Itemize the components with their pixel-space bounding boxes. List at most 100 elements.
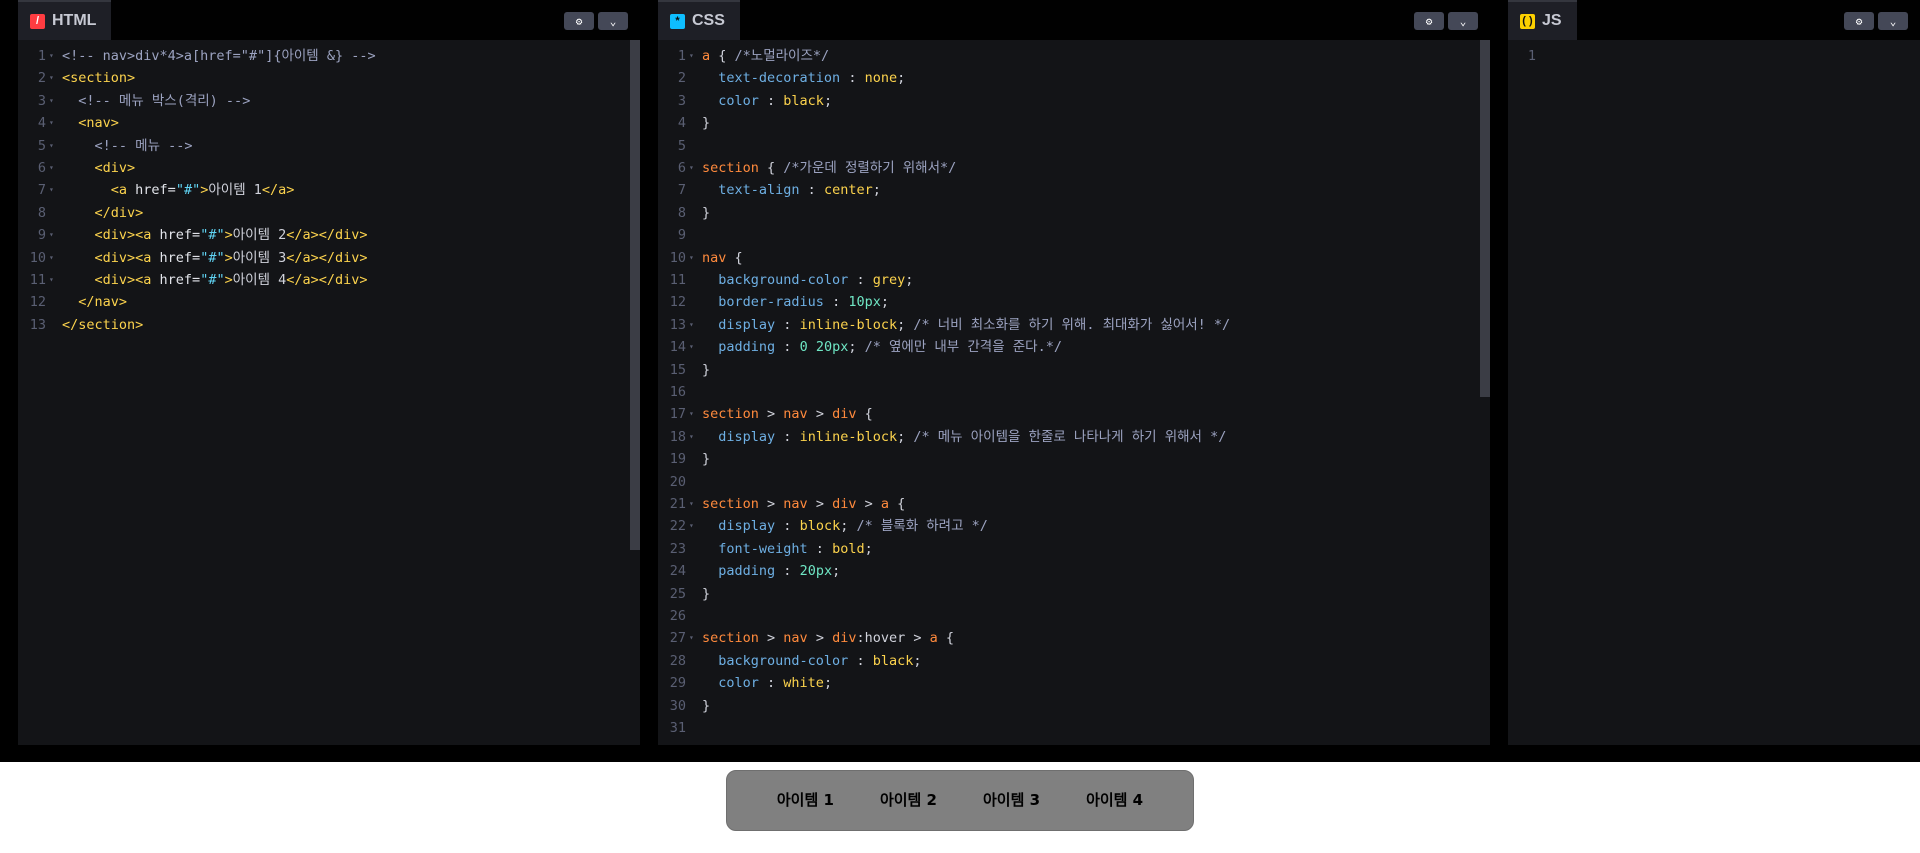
line-number: 10 bbox=[29, 249, 46, 266]
fold-toggle-icon[interactable]: ▾ bbox=[689, 336, 694, 358]
code-text: </section> bbox=[62, 314, 143, 336]
left-edge-resizer[interactable] bbox=[0, 0, 18, 745]
html-panel-header: / HTML ⚙ ⌄ bbox=[18, 0, 640, 40]
line-number: 17 bbox=[669, 406, 686, 423]
code-text: text-align : center; bbox=[702, 179, 881, 201]
line-number: 14 bbox=[669, 339, 686, 356]
fold-toggle-icon[interactable]: ▾ bbox=[689, 627, 694, 649]
js-language-icon: ( ) bbox=[1520, 13, 1535, 29]
fold-toggle-icon[interactable]: ▾ bbox=[49, 45, 54, 67]
line-number: 23 bbox=[669, 540, 686, 557]
code-token: > bbox=[807, 630, 833, 647]
css-settings-button[interactable]: ⚙ bbox=[1414, 12, 1444, 30]
nav-item-4[interactable]: 아이템 4 bbox=[1063, 771, 1166, 830]
fold-toggle-icon[interactable]: ▾ bbox=[689, 493, 694, 515]
code-token: { bbox=[710, 48, 735, 64]
line-number: 20 bbox=[669, 473, 686, 490]
line-number: 1 bbox=[1527, 48, 1536, 64]
fold-toggle-icon[interactable]: ▾ bbox=[49, 157, 54, 179]
html-code-area[interactable]: 1 ▾ <!-- nav>div*4>a[href="#"]{아이템 &} --> 2… bbox=[18, 40, 640, 745]
code-token: black bbox=[872, 652, 914, 669]
css-tab[interactable]: * CSS bbox=[658, 0, 740, 40]
html-tab[interactable]: / HTML bbox=[18, 0, 112, 40]
code-token: > bbox=[807, 496, 833, 512]
code-token: 아이템 3 bbox=[232, 249, 287, 266]
fold-toggle-icon[interactable]: ▾ bbox=[49, 269, 54, 291]
fold-toggle-icon[interactable]: ▾ bbox=[689, 157, 694, 179]
code-token: ; bbox=[840, 518, 857, 535]
fold-toggle-icon[interactable]: ▾ bbox=[689, 314, 694, 336]
line-number: 2 bbox=[677, 70, 686, 87]
code-token: > bbox=[758, 496, 784, 512]
code-token: grey bbox=[872, 272, 906, 288]
code-token: nav bbox=[702, 249, 727, 266]
code-text: display : inline-block; /* 메뉴 아이템을 한줄로 나… bbox=[702, 426, 1226, 448]
code-token: > bbox=[807, 406, 833, 423]
js-tab[interactable]: ( ) JS bbox=[1508, 0, 1577, 40]
code-token: 20px bbox=[799, 563, 833, 580]
html-language-icon: / bbox=[30, 13, 45, 29]
code-text: nav { bbox=[702, 247, 743, 269]
css-collapse-button[interactable]: ⌄ bbox=[1448, 12, 1478, 30]
code-token: : bbox=[848, 652, 873, 669]
css-code-area[interactable]: 1 ▾ a { /*노멀라이즈*/2 text-decoration : none;… bbox=[658, 40, 1490, 745]
line-number: 30 bbox=[669, 697, 686, 714]
code-token: : bbox=[758, 92, 784, 109]
js-settings-button[interactable]: ⚙ bbox=[1844, 12, 1874, 30]
code-text: <!-- 메뉴 --> bbox=[62, 135, 193, 157]
code-token: a bbox=[880, 496, 889, 512]
fold-toggle-icon[interactable]: ▾ bbox=[49, 135, 54, 157]
js-collapse-button[interactable]: ⌄ bbox=[1878, 12, 1908, 30]
code-text: } bbox=[702, 583, 710, 605]
fold-toggle-icon[interactable]: ▾ bbox=[689, 45, 694, 67]
fold-toggle-icon[interactable]: ▾ bbox=[49, 247, 54, 269]
fold-toggle-icon[interactable]: ▾ bbox=[49, 90, 54, 112]
code-token: nav bbox=[783, 406, 808, 423]
code-token: <nav> bbox=[78, 115, 119, 132]
fold-toggle-icon[interactable]: ▾ bbox=[49, 224, 54, 246]
fold-toggle-icon[interactable]: ▾ bbox=[689, 426, 694, 448]
code-token: { bbox=[889, 496, 906, 512]
fold-toggle-icon[interactable]: ▾ bbox=[689, 403, 694, 425]
code-token: 아이템 1 bbox=[208, 182, 262, 199]
code-token: center bbox=[823, 182, 873, 199]
code-token: section bbox=[702, 630, 759, 647]
html-collapse-button[interactable]: ⌄ bbox=[598, 12, 628, 30]
code-text: <div> bbox=[62, 157, 136, 179]
html-settings-button[interactable]: ⚙ bbox=[564, 12, 594, 30]
code-text: border-radius : 10px; bbox=[702, 291, 889, 313]
code-text: <!-- 메뉴 박스(격리) --> bbox=[62, 90, 250, 112]
code-token: ; bbox=[897, 316, 914, 333]
js-panel-buttons: ⚙ ⌄ bbox=[1844, 12, 1908, 30]
nav-item-2[interactable]: 아이템 2 bbox=[857, 771, 960, 830]
code-token: <section> bbox=[62, 70, 136, 87]
fold-toggle-icon[interactable]: ▾ bbox=[49, 112, 54, 134]
css-scrollbar[interactable] bbox=[1480, 40, 1490, 397]
line-number: 19 bbox=[669, 451, 686, 468]
editor-row: / HTML ⚙ ⌄ 1 ▾ <!-- nav>div*4>a[href="#"]{… bbox=[0, 0, 1920, 745]
line-number: 3 bbox=[677, 92, 686, 109]
html-css-resizer[interactable] bbox=[640, 0, 658, 745]
css-js-resizer[interactable] bbox=[1490, 0, 1508, 745]
line-number: 15 bbox=[669, 361, 686, 378]
fold-toggle-icon[interactable]: ▾ bbox=[689, 515, 694, 537]
code-token: { bbox=[937, 630, 955, 647]
code-token: href= bbox=[151, 227, 201, 244]
fold-toggle-icon[interactable]: ▾ bbox=[49, 179, 54, 201]
code-token: > bbox=[224, 227, 233, 244]
html-scrollbar[interactable] bbox=[630, 40, 640, 550]
code-token: padding bbox=[718, 339, 776, 356]
code-token: <a bbox=[110, 182, 128, 199]
nav-item-1[interactable]: 아이템 1 bbox=[754, 771, 857, 830]
js-tab-label: JS bbox=[1542, 12, 1562, 29]
nav-item-3[interactable]: 아이템 3 bbox=[960, 771, 1063, 830]
html-panel-buttons: ⚙ ⌄ bbox=[564, 12, 628, 30]
code-token: inline-block bbox=[799, 316, 898, 333]
js-code-area[interactable]: 1 bbox=[1508, 40, 1920, 745]
fold-toggle-icon[interactable]: ▾ bbox=[689, 247, 694, 269]
code-token: 아이템 4 bbox=[232, 272, 287, 288]
fold-toggle-icon[interactable]: ▾ bbox=[49, 67, 54, 89]
